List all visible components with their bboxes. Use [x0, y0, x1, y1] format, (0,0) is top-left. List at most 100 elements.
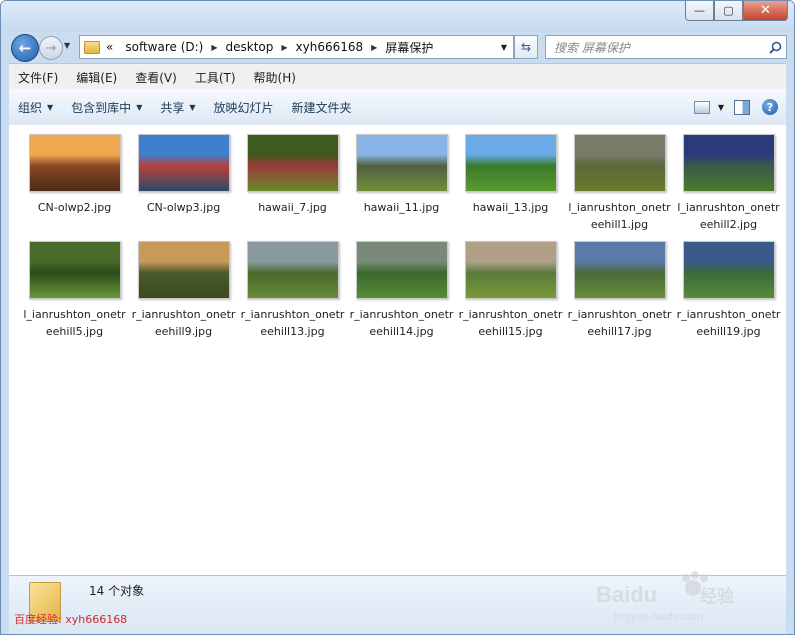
file-item[interactable]: hawaii_7.jpg [238, 134, 347, 233]
slideshow-button[interactable]: 放映幻灯片 [205, 99, 283, 116]
include-in-library-button[interactable]: 包含到库中 ▼ [62, 99, 151, 116]
explorer-window: — ▢ ✕ ← → ▼ « software (D:) ▶ desktop ▶ … [0, 0, 795, 635]
file-item[interactable]: l_ianrushton_onetreehill2.jpg [674, 134, 783, 233]
close-button[interactable]: ✕ [743, 1, 788, 21]
organize-label: 组织 [18, 100, 43, 115]
menu-file[interactable]: 文件(F) [9, 69, 67, 86]
file-item[interactable]: r_ianrushton_onetreehill9.jpg [129, 241, 238, 340]
details-pane: 14 个对象 百度经验: xyh666168 Baidu 经验 jingyan.… [9, 571, 786, 634]
menu-help[interactable]: 帮助(H) [245, 69, 305, 86]
menu-tools[interactable]: 工具(T) [186, 69, 245, 86]
breadcrumb-current[interactable]: 屏幕保护 [379, 39, 439, 56]
search-placeholder: 搜索 屏幕保护 [554, 40, 630, 55]
address-dropdown-icon[interactable]: ▼ [501, 43, 507, 52]
menu-bar: 文件(F) 编辑(E) 查看(V) 工具(T) 帮助(H) [9, 63, 786, 90]
image-thumbnail[interactable] [355, 134, 448, 192]
image-thumbnail[interactable] [682, 241, 775, 299]
file-name[interactable]: r_ianrushton_onetreehill19.jpg [676, 306, 781, 340]
file-item[interactable]: r_ianrushton_onetreehill15.jpg [456, 241, 565, 340]
share-button[interactable]: 共享 ▼ [151, 99, 204, 116]
caption-buttons: — ▢ ✕ [685, 1, 788, 21]
file-name[interactable]: r_ianrushton_onetreehill9.jpg [131, 306, 236, 340]
file-item[interactable]: r_ianrushton_onetreehill14.jpg [347, 241, 456, 340]
file-name[interactable]: r_ianrushton_onetreehill13.jpg [240, 306, 345, 340]
search-input[interactable]: 搜索 屏幕保护 [545, 35, 787, 59]
file-item[interactable]: l_ianrushton_onetreehill1.jpg [565, 134, 674, 233]
file-item[interactable]: l_ianrushton_onetreehill5.jpg [20, 241, 129, 340]
file-item[interactable]: hawaii_11.jpg [347, 134, 456, 233]
image-thumbnail[interactable] [137, 134, 230, 192]
image-thumbnail[interactable] [137, 241, 230, 299]
breadcrumb: « software (D:) ▶ desktop ▶ xyh666168 ▶ … [100, 39, 439, 56]
file-grid: CN-olwp2.jpg CN-olwp3.jpg hawaii_7.jpg hawa… [20, 134, 783, 340]
breadcrumb-user-folder[interactable]: xyh666168 [290, 40, 370, 54]
minimize-button[interactable]: — [685, 1, 714, 21]
forward-button[interactable]: → [39, 36, 63, 60]
help-icon[interactable]: ? [762, 99, 778, 115]
command-bar: 组织 ▼ 包含到库中 ▼ 共享 ▼ 放映幻灯片 新建文件夹 ▼ ? [9, 89, 786, 126]
file-name[interactable]: l_ianrushton_onetreehill5.jpg [22, 306, 127, 340]
include-label: 包含到库中 [71, 100, 132, 115]
image-thumbnail[interactable] [464, 241, 557, 299]
toolbar-right: ▼ ? [693, 99, 786, 115]
search-icon[interactable] [769, 41, 782, 54]
file-item[interactable]: hawaii_13.jpg [456, 134, 565, 233]
file-item[interactable]: CN-olwp2.jpg [20, 134, 129, 233]
share-label: 共享 [160, 100, 185, 115]
view-dropdown-icon[interactable]: ▼ [718, 103, 724, 112]
file-name[interactable]: l_ianrushton_onetreehill2.jpg [676, 199, 781, 233]
file-name[interactable]: r_ianrushton_onetreehill15.jpg [458, 306, 563, 340]
new-folder-button[interactable]: 新建文件夹 [283, 99, 361, 116]
back-button[interactable]: ← [11, 34, 39, 62]
image-thumbnail[interactable] [28, 241, 121, 299]
image-thumbnail[interactable] [246, 241, 339, 299]
watermark-text: 百度经验: xyh666168 [14, 613, 128, 626]
baidu-url: jingyan.baidu.com [613, 611, 703, 623]
image-thumbnail[interactable] [355, 241, 448, 299]
baidu-brand-cn: 经验 [700, 586, 735, 607]
change-view-icon[interactable] [693, 100, 710, 114]
maximize-button[interactable]: ▢ [714, 1, 743, 21]
chevron-right-icon[interactable]: ▶ [279, 43, 289, 52]
file-item[interactable]: r_ianrushton_onetreehill19.jpg [674, 241, 783, 340]
chevron-right-icon[interactable]: ▶ [369, 43, 379, 52]
chevron-right-icon[interactable]: ▶ [209, 43, 219, 52]
file-name[interactable]: hawaii_7.jpg [240, 199, 345, 216]
image-thumbnail[interactable] [682, 134, 775, 192]
image-thumbnail[interactable] [573, 241, 666, 299]
title-bar: — ▢ ✕ [1, 1, 794, 31]
chevron-down-icon: ▼ [47, 102, 54, 112]
file-name[interactable]: l_ianrushton_onetreehill1.jpg [567, 199, 672, 233]
baidu-brand-text: Baidu [596, 582, 657, 607]
breadcrumb-drive[interactable]: software (D:) [119, 40, 209, 54]
file-name[interactable]: CN-olwp3.jpg [131, 199, 236, 216]
chevron-down-icon: ▼ [189, 102, 196, 112]
image-thumbnail[interactable] [573, 134, 666, 192]
file-name[interactable]: hawaii_13.jpg [458, 199, 563, 216]
menu-view[interactable]: 查看(V) [126, 69, 186, 86]
file-name[interactable]: hawaii_11.jpg [349, 199, 454, 216]
file-item[interactable]: r_ianrushton_onetreehill13.jpg [238, 241, 347, 340]
item-count: 14 个对象 [89, 584, 145, 598]
baidu-logo: Baidu 经验 jingyan.baidu.com [596, 571, 735, 623]
refresh-button[interactable]: ⇆ [514, 35, 538, 59]
breadcrumb-desktop[interactable]: desktop [220, 40, 280, 54]
address-bar[interactable]: « software (D:) ▶ desktop ▶ xyh666168 ▶ … [79, 35, 514, 59]
chevron-down-icon: ▼ [136, 102, 143, 112]
image-thumbnail[interactable] [464, 134, 557, 192]
breadcrumb-overflow[interactable]: « [100, 40, 119, 54]
file-name[interactable]: CN-olwp2.jpg [22, 199, 127, 216]
image-thumbnail[interactable] [28, 134, 121, 192]
file-name[interactable]: r_ianrushton_onetreehill14.jpg [349, 306, 454, 340]
file-list-pane[interactable]: CN-olwp2.jpg CN-olwp3.jpg hawaii_7.jpg hawa… [9, 125, 786, 575]
organize-button[interactable]: 组织 ▼ [9, 99, 62, 116]
address-row: ← → ▼ « software (D:) ▶ desktop ▶ xyh666… [1, 31, 794, 63]
folder-icon [84, 40, 100, 54]
preview-pane-icon[interactable] [734, 99, 750, 115]
file-item[interactable]: r_ianrushton_onetreehill17.jpg [565, 241, 674, 340]
file-name[interactable]: r_ianrushton_onetreehill17.jpg [567, 306, 672, 340]
image-thumbnail[interactable] [246, 134, 339, 192]
menu-edit[interactable]: 编辑(E) [67, 69, 126, 86]
recent-pages-dropdown-icon[interactable]: ▼ [64, 41, 70, 50]
file-item[interactable]: CN-olwp3.jpg [129, 134, 238, 233]
